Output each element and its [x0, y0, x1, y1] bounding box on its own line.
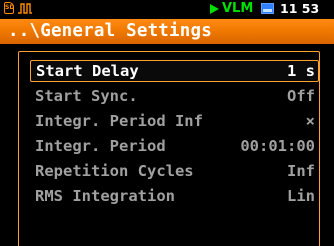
- status-bar: SD VLM 11 53: [0, 0, 334, 18]
- menu-item-value: Inf: [287, 162, 315, 180]
- menu-item-integr-period-inf[interactable]: Integr. Period Inf ×: [30, 110, 319, 132]
- pulse-icon: [18, 3, 32, 14]
- device-screen: SD VLM 11 53 ..\General Settings Start D…: [0, 0, 334, 246]
- menu-item-label: Start Delay: [36, 62, 139, 80]
- menu-item-repetition-cycles[interactable]: Repetition Cycles Inf: [30, 160, 319, 182]
- menu-item-label: Integr. Period: [35, 137, 166, 155]
- menu-item-label: Repetition Cycles: [35, 162, 194, 180]
- sd-card-icon: SD: [4, 2, 14, 14]
- menu-item-integr-period[interactable]: Integr. Period 00:01:00: [30, 135, 319, 157]
- page-title: ..\General Settings: [8, 21, 212, 41]
- menu-item-value: 1 s: [287, 62, 315, 80]
- menu-item-value: ×: [305, 112, 315, 130]
- menu-item-label: RMS Integration: [35, 187, 175, 205]
- menu-item-label: Integr. Period Inf: [35, 112, 203, 130]
- menu-item-value: Lin: [287, 187, 315, 205]
- battery-icon: [261, 3, 274, 14]
- menu-item-rms-integration[interactable]: RMS Integration Lin: [30, 185, 319, 207]
- settings-list: Start Delay 1 s Start Sync. Off Integr. …: [18, 51, 320, 246]
- menu-item-label: Start Sync.: [35, 87, 138, 105]
- play-icon: [210, 4, 219, 14]
- menu-item-start-delay[interactable]: Start Delay 1 s: [30, 60, 319, 82]
- title-bar: ..\General Settings: [0, 19, 334, 44]
- mode-label: VLM: [222, 1, 254, 16]
- menu-item-value: 00:01:00: [240, 137, 315, 155]
- menu-item-start-sync[interactable]: Start Sync. Off: [30, 85, 319, 107]
- clock: 11 53: [280, 1, 320, 16]
- menu-item-value: Off: [287, 87, 315, 105]
